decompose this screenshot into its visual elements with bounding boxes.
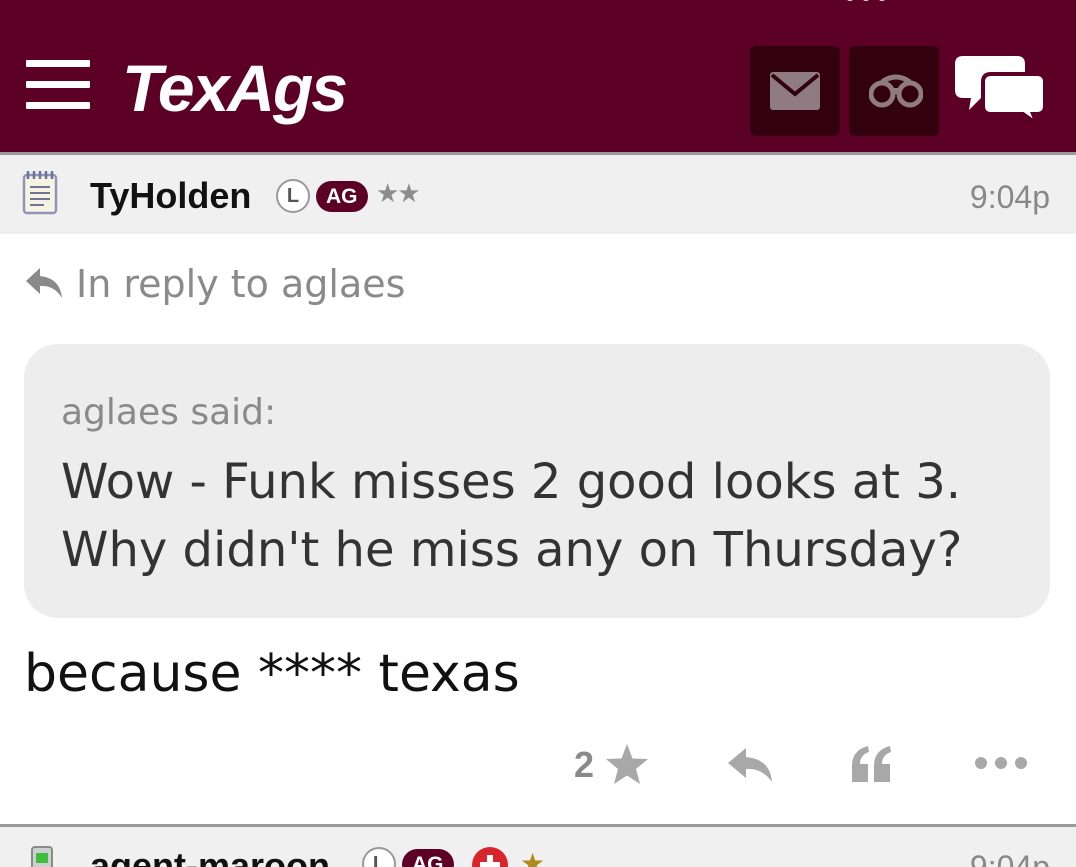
post-actions: 2: [0, 734, 1076, 798]
top-header: TexAgs: [0, 0, 1076, 152]
mail-button[interactable]: [750, 46, 840, 136]
post-time: 9:04p: [969, 179, 1050, 215]
site-logo[interactable]: TexAgs: [122, 50, 348, 126]
watch-button[interactable]: [849, 46, 939, 136]
quote-author: aglaes said:: [61, 392, 277, 433]
top-dots-icon: [847, 0, 885, 1]
quote-icon[interactable]: [850, 744, 894, 784]
post-username[interactable]: TyHolden: [90, 175, 251, 217]
chat-bubbles-icon[interactable]: [955, 50, 1049, 130]
medic-cross-icon: [472, 847, 508, 867]
binoculars-icon: [869, 74, 923, 108]
next-post-header: agent-maroon L AG ★ 9:04p: [0, 824, 1076, 867]
hamburger-menu-icon[interactable]: [26, 60, 90, 110]
reply-arrow-icon: [26, 268, 62, 298]
reply-icon[interactable]: [726, 746, 774, 784]
more-icon[interactable]: [974, 756, 1028, 770]
like-count: 2: [574, 744, 595, 785]
quote-text: Wow - Funk misses 2 good looks at 3. Why…: [61, 454, 963, 578]
next-rank-star: ★: [520, 847, 546, 867]
next-post-time: 9:04p: [969, 849, 1050, 867]
notepad-icon: [22, 171, 58, 215]
in-reply-to-text: In reply to aglaes: [76, 262, 406, 306]
post-header: TyHolden L AG ★★ 9:04p: [0, 152, 1076, 234]
star-icon[interactable]: [604, 742, 650, 786]
post-body: because **** texas: [24, 644, 520, 704]
next-ag-badge: AG: [402, 849, 454, 867]
next-l-badge: L: [362, 847, 396, 867]
phone-icon: [31, 846, 53, 867]
quote-box: aglaes said: Wow - Funk misses 2 good lo…: [24, 344, 1050, 618]
rank-stars: ★★: [376, 179, 421, 209]
next-post-username[interactable]: agent-maroon: [90, 845, 330, 867]
l-badge: L: [276, 179, 310, 213]
envelope-icon: [770, 72, 820, 110]
ag-badge: AG: [316, 181, 368, 212]
